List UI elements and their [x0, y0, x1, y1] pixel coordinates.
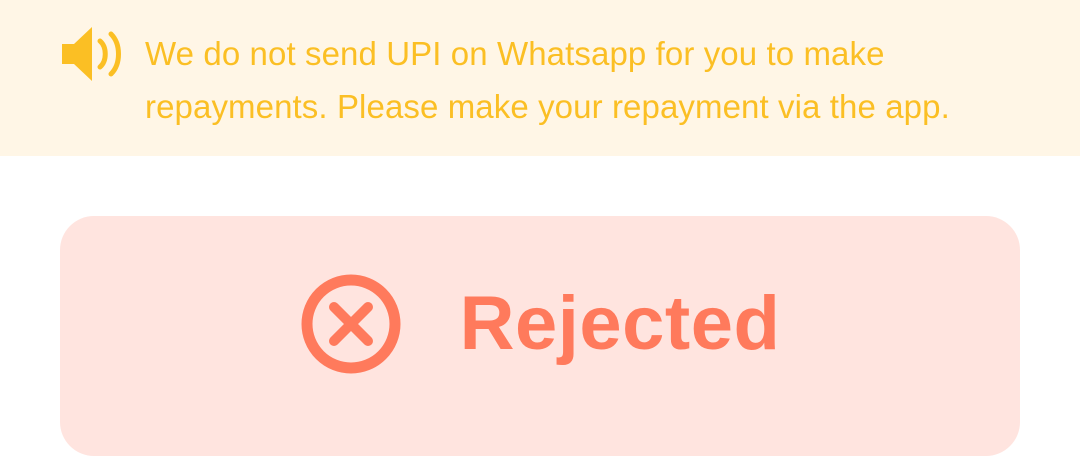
rejected-circle-x-icon — [301, 274, 401, 374]
notice-line-1: We do not send UPI on Whatsapp for you t… — [145, 35, 885, 72]
speaker-icon — [62, 27, 121, 81]
notice-banner: We do not send UPI on Whatsapp for you t… — [0, 0, 1080, 156]
repayment-notice-text: We do not send UPI on Whatsapp for you t… — [145, 27, 1045, 133]
notice-line-2: repayments. Please make your repayment v… — [145, 88, 950, 125]
rejected-status-card: Rejected — [60, 216, 1020, 456]
status-label: Rejected — [459, 281, 781, 366]
status-content: Rejected — [60, 272, 1020, 376]
